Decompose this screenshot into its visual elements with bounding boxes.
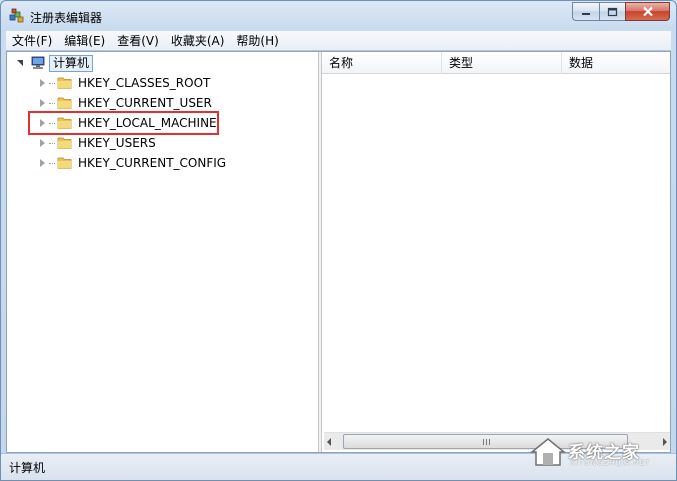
watermark-logo: 系统之家 XITONGZHIJIA.NET <box>528 435 671 471</box>
registry-editor-window: 注册表编辑器 文件(F) 编辑(E) 查看(V) 收藏夹(A) 帮助(H) 计算… <box>0 0 677 481</box>
tree-item-hkey-classes-root[interactable]: HKEY_CLASSES_ROOT <box>38 74 210 92</box>
expand-arrow-icon[interactable] <box>38 158 47 168</box>
tree-label[interactable]: HKEY_CURRENT_USER <box>78 96 212 110</box>
tree-item-computer[interactable]: 计算机 <box>17 54 94 72</box>
minimize-button[interactable] <box>572 2 599 21</box>
annotation-highlight-box <box>28 111 219 135</box>
computer-icon <box>30 56 46 70</box>
scroll-left-icon[interactable] <box>327 438 331 446</box>
tree-label[interactable]: HKEY_CURRENT_CONFIG <box>78 156 226 170</box>
menu-edit[interactable]: 编辑(E) <box>58 32 111 50</box>
maximize-button[interactable] <box>599 2 625 21</box>
tree-label[interactable]: HKEY_USERS <box>78 136 156 150</box>
column-header-name[interactable]: 名称 <box>322 52 442 74</box>
expand-arrow-icon[interactable] <box>38 98 47 108</box>
client-area: 计算机 HKEY_CLASSES_ROOT HKEY_CURRENT_USER <box>6 51 671 453</box>
watermark-subtext: XITONGZHIJIA.NET <box>570 459 651 467</box>
title-bar[interactable]: 注册表编辑器 <box>1 1 676 31</box>
tree-item-hkey-current-user[interactable]: HKEY_CURRENT_USER <box>38 94 212 112</box>
list-header: 名称 类型 数据 <box>322 52 670 74</box>
house-logo-icon <box>529 438 567 466</box>
maximize-icon <box>607 7 618 16</box>
window-title: 注册表编辑器 <box>30 11 103 25</box>
menu-view[interactable]: 查看(V) <box>111 32 165 50</box>
menu-help[interactable]: 帮助(H) <box>230 32 284 50</box>
tree-item-hkey-users[interactable]: HKEY_USERS <box>38 134 156 152</box>
grip-icon <box>483 439 490 445</box>
window-controls <box>572 2 670 21</box>
tree-label-computer[interactable]: 计算机 <box>49 54 94 72</box>
column-header-type[interactable]: 类型 <box>442 52 562 74</box>
registry-tree[interactable]: 计算机 HKEY_CLASSES_ROOT HKEY_CURRENT_USER <box>7 52 318 452</box>
values-list[interactable]: 名称 类型 数据 <box>322 52 670 452</box>
menu-file[interactable]: 文件(F) <box>6 32 58 50</box>
minimize-icon <box>582 12 590 15</box>
folder-icon <box>57 156 73 170</box>
tree-item-hkey-current-config[interactable]: HKEY_CURRENT_CONFIG <box>38 154 226 172</box>
folder-icon <box>57 136 73 150</box>
tree-label[interactable]: HKEY_CLASSES_ROOT <box>78 76 210 90</box>
collapse-arrow-icon[interactable] <box>17 59 26 68</box>
column-header-data[interactable]: 数据 <box>562 52 670 74</box>
close-icon <box>642 6 653 17</box>
folder-icon <box>57 96 73 110</box>
regedit-icon <box>9 8 25 24</box>
folder-icon <box>57 76 73 90</box>
menu-bar: 文件(F) 编辑(E) 查看(V) 收藏夹(A) 帮助(H) <box>6 31 671 51</box>
status-text: 计算机 <box>9 461 46 475</box>
close-button[interactable] <box>625 2 670 21</box>
menu-favorites[interactable]: 收藏夹(A) <box>165 32 231 50</box>
expand-arrow-icon[interactable] <box>38 78 47 88</box>
expand-arrow-icon[interactable] <box>38 138 47 148</box>
